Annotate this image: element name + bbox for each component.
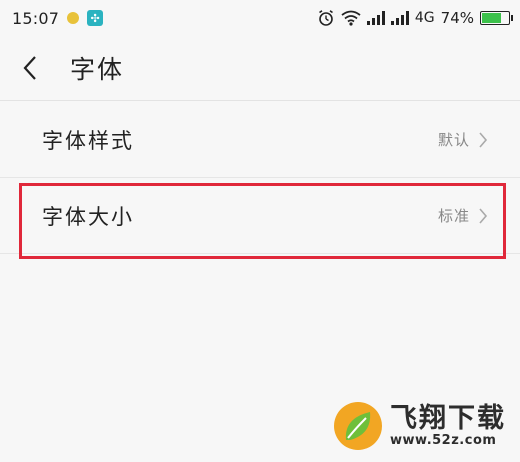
- watermark: 飞翔下载 www.52z.com: [332, 400, 506, 452]
- back-button[interactable]: [0, 36, 60, 100]
- row-label: 字体样式: [42, 128, 134, 153]
- alarm-icon: [318, 10, 333, 26]
- network-type: 4G: [414, 10, 435, 26]
- wifi-icon: [341, 10, 361, 26]
- font-style-row[interactable]: 字体样式 默认: [0, 102, 520, 178]
- signal-icon: [366, 11, 385, 25]
- signal-icon: [390, 11, 409, 25]
- status-time: 15:07: [12, 8, 60, 28]
- app-header: 字体: [0, 36, 520, 100]
- page-title: 字体: [70, 55, 125, 84]
- coin-icon: [67, 12, 80, 24]
- status-bar: 15:07 ✣ 4G 74%: [0, 0, 520, 36]
- battery-icon: [480, 11, 513, 25]
- row-value: 默认: [437, 131, 470, 149]
- watermark-url: www.52z.com: [390, 433, 497, 449]
- header-divider: [0, 100, 520, 101]
- watermark-text: 飞翔下载 www.52z.com: [390, 402, 506, 449]
- status-left: 15:07 ✣: [12, 8, 104, 28]
- screen: 15:07 ✣ 4G 74% 字体 字体样式 默认 字体大小 标准 飞翔下载 w…: [0, 0, 520, 462]
- leaf-logo-icon: [334, 402, 382, 450]
- watermark-title: 飞翔下载: [390, 402, 506, 434]
- chevron-right-icon: [478, 131, 488, 149]
- status-right: 4G 74%: [317, 9, 513, 27]
- highlight-box: [19, 183, 506, 259]
- chevron-left-icon: [23, 56, 36, 80]
- app-icon: ✣: [87, 10, 104, 26]
- battery-fill: [482, 13, 502, 23]
- battery-percent: 74%: [440, 9, 474, 27]
